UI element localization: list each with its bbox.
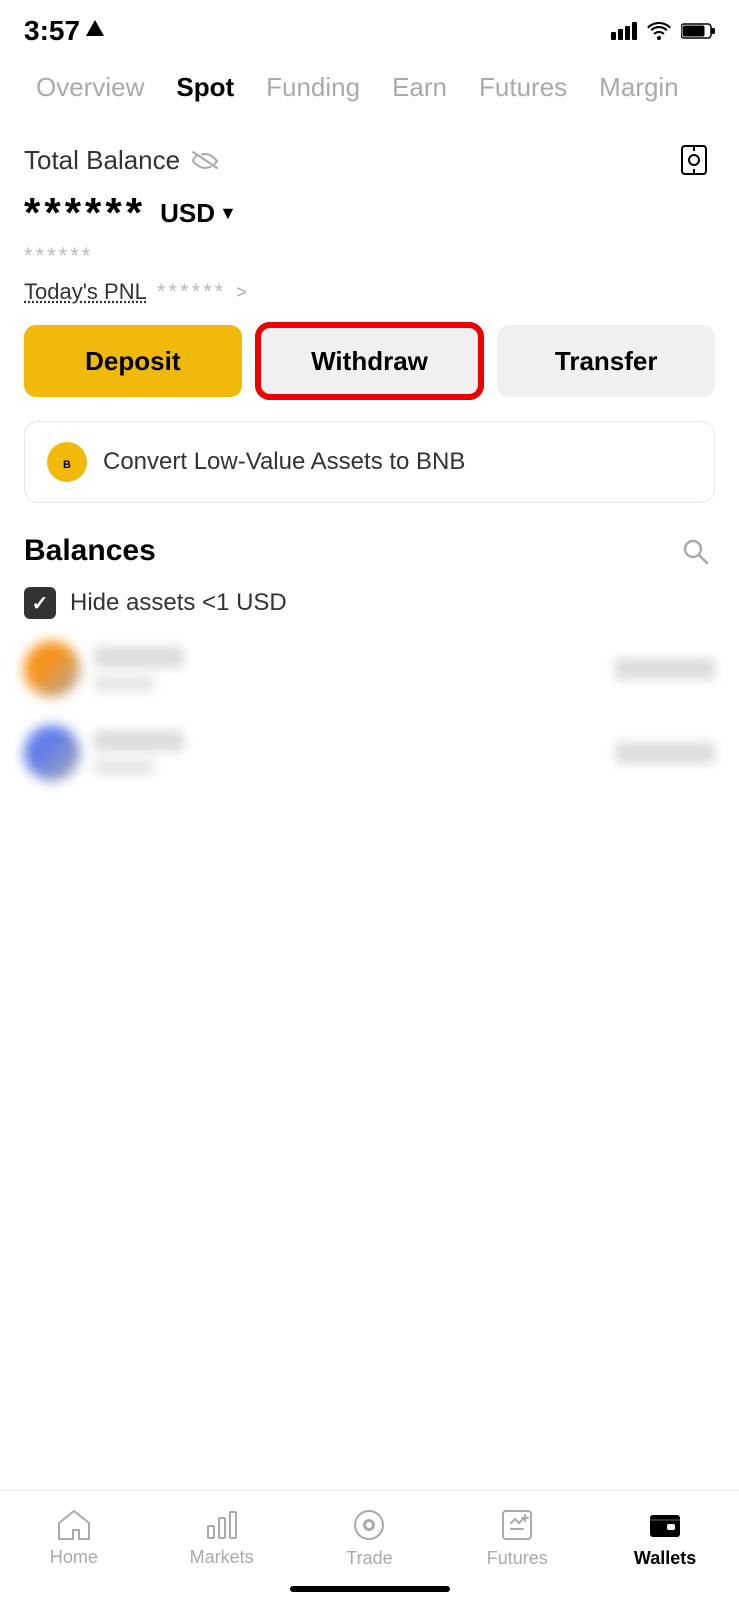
balances-section: Balances Hide assets <1 USD	[0, 531, 739, 781]
nav-tabs: Overview Spot Funding Earn Futures Margi…	[0, 56, 739, 123]
wifi-icon	[647, 22, 671, 40]
asset-value-2	[615, 742, 715, 764]
nav-trade-label: Trade	[346, 1548, 392, 1569]
search-button[interactable]	[675, 531, 715, 571]
asset-subname-1	[94, 674, 154, 692]
nav-futures-label: Futures	[487, 1548, 548, 1569]
pnl-label[interactable]: Today's PNL	[24, 279, 147, 305]
markets-icon	[204, 1508, 240, 1542]
asset-row[interactable]	[24, 641, 715, 697]
balance-label-text: Total Balance	[24, 145, 180, 176]
bottom-nav: Home Markets Trade Futures Wa	[0, 1490, 739, 1600]
tab-earn[interactable]: Earn	[376, 64, 463, 111]
balance-label-row: Total Balance	[24, 139, 715, 181]
balance-section: Total Balance ****** USD ▼ ****** Today'…	[0, 123, 739, 305]
convert-banner[interactable]: B Convert Low-Value Assets to BNB	[24, 421, 715, 503]
nav-markets-label: Markets	[190, 1547, 254, 1568]
pnl-arrow-icon[interactable]: >	[236, 282, 247, 303]
deposit-button[interactable]: Deposit	[24, 325, 242, 397]
hide-assets-checkbox[interactable]	[24, 587, 56, 619]
nav-home-label: Home	[50, 1547, 98, 1568]
asset-icon-2	[24, 725, 80, 781]
status-time: 3:57	[24, 15, 104, 47]
nav-wallets[interactable]: Wallets	[615, 1507, 715, 1569]
hide-assets-row: Hide assets <1 USD	[24, 587, 715, 619]
tab-funding[interactable]: Funding	[250, 64, 376, 111]
futures-icon	[499, 1507, 535, 1543]
asset-left	[24, 725, 184, 781]
home-icon	[56, 1508, 92, 1542]
asset-info-2	[94, 730, 184, 776]
home-indicator	[290, 1586, 450, 1592]
currency-selector[interactable]: USD ▼	[160, 198, 237, 229]
bnb-icon: B	[47, 442, 87, 482]
asset-name-2	[94, 730, 184, 752]
status-icons	[611, 22, 715, 40]
record-icon[interactable]	[673, 139, 715, 181]
asset-left	[24, 641, 184, 697]
svg-text:B: B	[63, 459, 71, 471]
asset-value-1	[615, 658, 715, 680]
asset-subname-2	[94, 758, 154, 776]
asset-icon-1	[24, 641, 80, 697]
withdraw-button[interactable]: Withdraw	[258, 325, 482, 397]
balance-amount-row: ****** USD ▼	[24, 189, 715, 237]
hide-assets-label: Hide assets <1 USD	[70, 589, 287, 617]
nav-trade[interactable]: Trade	[319, 1507, 419, 1569]
tab-spot[interactable]: Spot	[160, 64, 250, 111]
trade-icon	[351, 1507, 387, 1543]
asset-row[interactable]	[24, 725, 715, 781]
status-bar: 3:57	[0, 0, 739, 56]
nav-markets[interactable]: Markets	[172, 1508, 272, 1568]
signal-bars	[611, 22, 637, 40]
location-icon	[86, 20, 104, 42]
nav-wallets-label: Wallets	[634, 1548, 696, 1569]
pnl-value: ******	[157, 279, 226, 305]
sub-balance: ******	[24, 243, 715, 269]
balances-title: Balances	[24, 534, 156, 568]
balances-header: Balances	[24, 531, 715, 571]
tab-futures[interactable]: Futures	[463, 64, 583, 111]
currency-label: USD	[160, 198, 215, 229]
nav-futures[interactable]: Futures	[467, 1507, 567, 1569]
transfer-button[interactable]: Transfer	[497, 325, 715, 397]
balance-stars: ******	[24, 189, 146, 237]
convert-text: Convert Low-Value Assets to BNB	[103, 448, 465, 476]
pnl-row: Today's PNL ****** >	[24, 279, 715, 305]
asset-name-1	[94, 646, 184, 668]
nav-home[interactable]: Home	[24, 1508, 124, 1568]
balance-label: Total Balance	[24, 145, 220, 176]
time-display: 3:57	[24, 15, 80, 47]
action-buttons: Deposit Withdraw Transfer	[0, 325, 739, 397]
hide-balance-icon[interactable]	[190, 149, 220, 171]
tab-margin[interactable]: Margin	[583, 64, 694, 111]
wallets-icon	[647, 1507, 683, 1543]
tab-overview[interactable]: Overview	[20, 64, 160, 111]
asset-info-1	[94, 646, 184, 692]
currency-dropdown-icon: ▼	[219, 203, 237, 224]
battery-icon	[681, 22, 715, 40]
